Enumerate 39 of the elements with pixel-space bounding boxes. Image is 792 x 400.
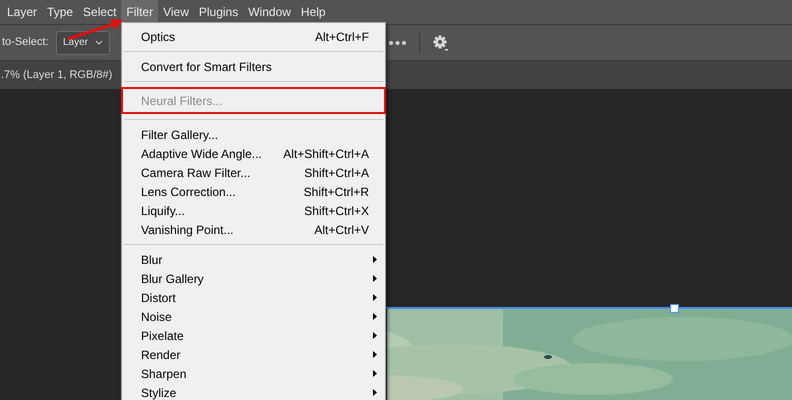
menu-item[interactable]: Adaptive Wide Angle... Alt+Shift+Ctrl+A xyxy=(122,144,385,163)
menu-item[interactable]: Vanishing Point... Alt+Ctrl+V xyxy=(122,220,385,239)
menu-item[interactable]: Type xyxy=(42,0,78,24)
menu-item[interactable]: Layer xyxy=(2,0,42,24)
menu-item[interactable]: Help xyxy=(296,0,331,24)
submenu-arrow-icon xyxy=(373,351,377,358)
menu-item[interactable]: Filter Gallery... xyxy=(122,125,385,144)
layer-dropdown[interactable]: Layer xyxy=(56,30,110,54)
menu-item[interactable]: Camera Raw Filter... Shift+Ctrl+A xyxy=(122,163,385,182)
menu-item[interactable]: Blur Gallery xyxy=(122,269,385,288)
menu-item[interactable]: Lens Correction... Shift+Ctrl+R xyxy=(122,182,385,201)
menu-item[interactable]: Select xyxy=(78,0,122,24)
menu-item[interactable]: Filter xyxy=(121,0,158,24)
menu-item[interactable]: Distort xyxy=(122,288,385,307)
menu-item[interactable]: Convert for Smart Filters xyxy=(122,57,385,76)
menu-item[interactable]: Optics Alt+Ctrl+F xyxy=(122,27,385,46)
menu-item[interactable]: View xyxy=(158,0,194,24)
submenu-arrow-icon xyxy=(373,313,377,320)
submenu-arrow-icon xyxy=(373,294,377,301)
transform-handle[interactable] xyxy=(670,304,679,313)
submenu-arrow-icon xyxy=(373,370,377,377)
document-tab[interactable]: .7% (Layer 1, RGB/8#) xyxy=(1,66,112,84)
menu-item[interactable]: Blur xyxy=(122,250,385,269)
menu-item[interactable]: Sharpen xyxy=(122,364,385,383)
menu-item[interactable]: Noise xyxy=(122,307,385,326)
submenu-arrow-icon xyxy=(373,389,377,396)
submenu-arrow-icon xyxy=(373,256,377,263)
settings-icon[interactable] xyxy=(433,34,449,50)
submenu-arrow-icon xyxy=(373,275,377,282)
menu-item[interactable]: Window xyxy=(243,0,296,24)
menu-item[interactable]: Liquify... Shift+Ctrl+X xyxy=(122,201,385,220)
menu-item[interactable]: Stylize xyxy=(122,383,385,400)
submenu-arrow-icon xyxy=(373,332,377,339)
menu-item[interactable]: Plugins xyxy=(194,0,244,24)
auto-select-label: to-Select: xyxy=(2,35,50,50)
menu-item[interactable]: Pixelate xyxy=(122,326,385,345)
more-icon[interactable] xyxy=(389,40,406,44)
chevron-down-icon xyxy=(95,40,103,45)
menu-item[interactable]: Render xyxy=(122,345,385,364)
